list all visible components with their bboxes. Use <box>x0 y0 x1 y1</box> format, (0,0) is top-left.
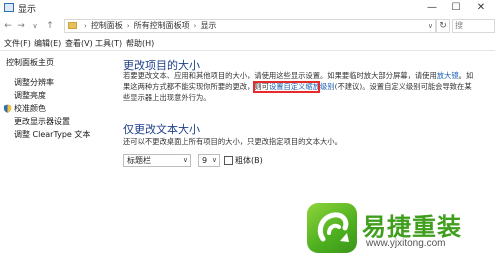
search-input[interactable]: 搜 <box>452 19 495 33</box>
item-select[interactable]: 标题栏 ∨ <box>123 154 191 167</box>
watermark-url: www.yjxitong.com <box>366 238 446 249</box>
shield-icon <box>3 104 12 113</box>
sidebar-item-brightness[interactable]: 调整亮度 <box>14 90 46 101</box>
sidebar-item-cleartype[interactable]: 调整 ClearType 文本 <box>14 129 90 140</box>
menu-view[interactable]: 查看(V) <box>65 37 93 50</box>
magnifier-link[interactable]: 放大镜 <box>437 71 459 80</box>
left-nav-pane: 控制面板主页 调整分辨率 调整亮度 校准颜色 更改显示器设置 调整 ClearT… <box>0 51 98 264</box>
chevron-down-icon: ∨ <box>182 156 188 164</box>
address-dropdown-icon[interactable]: ∨ <box>428 20 433 32</box>
sidebar-item-calibrate-color[interactable]: 校准颜色 <box>14 103 46 114</box>
watermark-logo <box>307 203 357 253</box>
menu-edit[interactable]: 编辑(E) <box>34 37 61 50</box>
item-select-value: 标题栏 <box>127 156 151 165</box>
description-text: 。如 <box>458 71 474 80</box>
breadcrumb-separator-icon: › <box>126 22 130 30</box>
minimize-button[interactable]: — <box>423 0 441 15</box>
description-text: (不建议)。设置自定义级别可能会导致在某 <box>334 82 472 91</box>
menu-bar: 文件(F) 编辑(E) 查看(V) 工具(T) 帮助(H) <box>0 37 495 50</box>
display-app-icon <box>4 3 14 12</box>
bold-checkbox-label[interactable]: 粗体(B) <box>235 155 263 166</box>
address-field[interactable]: › 控制面板 › 所有控制面板项 › 显示 ∨ <box>64 19 436 33</box>
control-panel-folder-icon <box>68 22 77 29</box>
maximize-button[interactable]: ☐ <box>447 0 465 15</box>
address-bar: ← → ∨ ↑ › 控制面板 › 所有控制面板项 › 显示 ∨ ↻ 搜 <box>0 17 495 36</box>
watermark-swirl-icon <box>317 212 349 242</box>
window-title: 显示 <box>18 5 37 15</box>
sidebar-item-resolution[interactable]: 调整分辨率 <box>14 77 54 88</box>
description-line-1: 若要更改文本、应用和其他项目的大小，请使用这些显示设置。如果要临时放大部分屏幕，… <box>123 71 473 81</box>
text-size-description: 还可以不更改桌面上所有项目的大小，只更改指定项目的文本大小。 <box>123 137 342 146</box>
forward-arrow-icon[interactable]: → <box>15 19 27 33</box>
menu-help[interactable]: 帮助(H) <box>126 37 154 50</box>
menu-tools[interactable]: 工具(T) <box>95 37 122 50</box>
watermark-title: 易捷重装 <box>362 213 462 241</box>
breadcrumb-separator-icon: › <box>84 22 87 30</box>
chevron-down-icon: ∨ <box>211 156 217 164</box>
description-line-3: 些显示器上出现意外行为。 <box>123 93 211 102</box>
close-button[interactable]: ✕ <box>472 0 490 15</box>
font-size-select[interactable]: 9 ∨ <box>198 154 220 167</box>
highlight-box <box>253 81 320 93</box>
recent-dropdown-icon[interactable]: ∨ <box>29 19 41 33</box>
font-size-value: 9 <box>202 156 208 165</box>
breadcrumb-all-items[interactable]: 所有控制面板项 <box>134 21 190 30</box>
menu-file[interactable]: 文件(F) <box>4 37 31 50</box>
back-arrow-icon[interactable]: ← <box>2 19 14 33</box>
breadcrumb-separator-icon: › <box>193 22 197 30</box>
title-bar: 显示 — ☐ ✕ <box>0 0 495 17</box>
heading-text-size-only: 仅更改文本大小 <box>123 123 200 136</box>
control-panel-home-link[interactable]: 控制面板主页 <box>6 57 54 68</box>
sidebar-item-display-settings[interactable]: 更改显示器设置 <box>14 116 70 127</box>
breadcrumb-control-panel[interactable]: 控制面板 <box>91 21 123 30</box>
bold-checkbox[interactable] <box>224 156 233 165</box>
up-arrow-icon[interactable]: ↑ <box>44 19 56 33</box>
description-text: 若要更改文本、应用和其他项目的大小，请使用这些显示设置。如果要临时放大部分屏幕，… <box>123 71 437 80</box>
refresh-icon[interactable]: ↻ <box>436 19 450 33</box>
breadcrumb-display[interactable]: 显示 <box>200 21 216 30</box>
description-text: 果这两种方式都不能实现你所要的更改，则可 <box>123 82 269 91</box>
